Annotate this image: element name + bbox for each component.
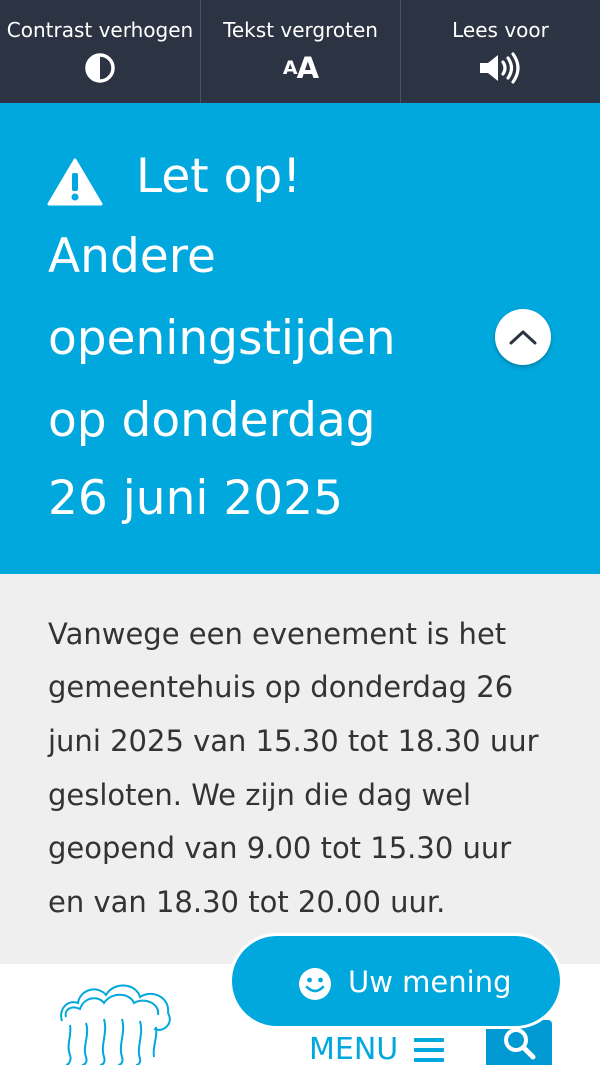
- feedback-label: Uw mening: [348, 965, 512, 999]
- contrast-label: Contrast verhogen: [6, 18, 194, 42]
- alert-title: Let op!: [136, 149, 302, 204]
- menu-button[interactable]: MENU: [309, 1030, 445, 1070]
- menu-label: MENU: [309, 1032, 399, 1067]
- contrast-icon: [84, 52, 116, 84]
- alert-heading-line: 26 juni 2025: [48, 471, 343, 526]
- message-line: geopend van 9.00 tot 15.30 uur: [48, 831, 512, 865]
- read-aloud-button[interactable]: Lees voor: [400, 0, 600, 103]
- message-line: gesloten. We zijn die dag wel: [48, 778, 472, 812]
- message-line: Vanwege een evenement is het: [48, 617, 507, 651]
- hamburger-icon: [414, 1037, 445, 1063]
- logo-icon[interactable]: [56, 979, 176, 1069]
- smiley-icon: [299, 968, 331, 1000]
- message-line: juni 2025 van 15.30 tot 18.30 uur: [48, 724, 539, 758]
- alert-message: Vanwege een evenement is het gemeentehui…: [0, 574, 600, 964]
- message-line: gemeentehuis op donderdag 26: [48, 670, 514, 704]
- alert-banner: Let op! Andere openingstijden op donderd…: [0, 103, 600, 574]
- alert-heading-line: Andere: [48, 229, 216, 284]
- text-size-button[interactable]: Tekst vergroten AA: [200, 0, 400, 103]
- alert-heading-line: op donderdag: [48, 393, 376, 448]
- chevron-up-icon: [509, 330, 537, 345]
- message-line: en van 18.30 tot 20.00 uur.: [48, 885, 446, 919]
- feedback-button[interactable]: Uw mening: [229, 933, 563, 1029]
- read-aloud-label: Lees voor: [452, 18, 549, 42]
- text-size-label: Tekst vergroten: [223, 18, 378, 42]
- speaker-icon: [478, 52, 524, 84]
- contrast-button[interactable]: Contrast verhogen: [0, 0, 200, 103]
- warning-icon: [47, 158, 103, 210]
- alert-heading-line: openingstijden: [48, 311, 396, 366]
- text-size-icon: AA: [282, 51, 319, 85]
- accessibility-toolbar: Contrast verhogen Tekst vergroten AA Lee…: [0, 0, 600, 103]
- collapse-alert-button[interactable]: [495, 309, 551, 365]
- search-icon: [504, 1027, 536, 1059]
